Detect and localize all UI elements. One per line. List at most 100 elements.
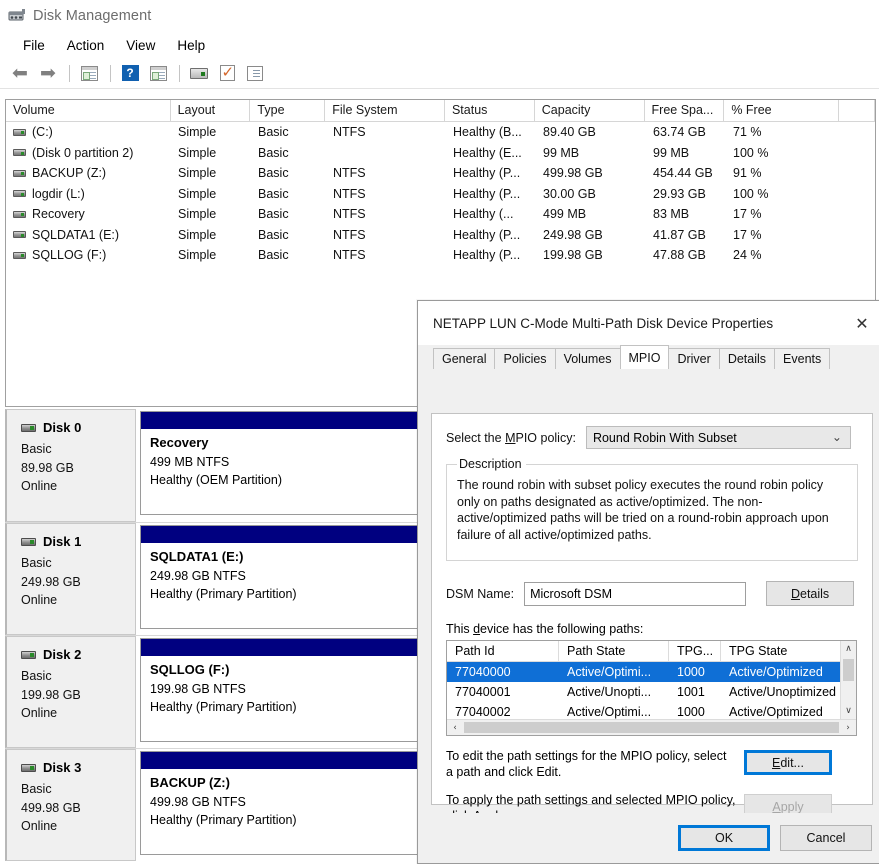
help-icon[interactable]: ? — [117, 61, 143, 85]
disk-properties-dialog: NETAPP LUN C-Mode Multi-Path Disk Device… — [417, 300, 879, 864]
cancel-button-label: Cancel — [806, 831, 846, 845]
cell-free: 454.44 GB — [653, 166, 713, 181]
cell-fs: NTFS — [333, 227, 366, 242]
cell-capacity: 30.00 GB — [543, 186, 596, 201]
scroll-left-icon[interactable]: ‹ — [447, 723, 463, 733]
column-header-file-system[interactable]: File System — [325, 100, 445, 121]
cell-fs: NTFS — [333, 207, 366, 222]
paths-column-tpg-state[interactable]: TPG State — [721, 641, 841, 661]
back-arrow-icon[interactable]: ⬅ — [7, 61, 33, 85]
tab-volumes[interactable]: Volumes — [554, 348, 621, 369]
table-row[interactable]: (Disk 0 partition 2) Simple Basic Healthy (… — [6, 143, 875, 164]
forward-arrow-icon[interactable]: ➡ — [35, 61, 61, 85]
tab-details[interactable]: Details — [718, 348, 776, 369]
column-header-status[interactable]: Status — [445, 100, 535, 121]
toolbar-separator-3 — [179, 64, 180, 82]
cell-free: 99 MB — [653, 145, 690, 160]
cell-layout: Simple — [178, 248, 217, 263]
show-hide-console-tree-icon[interactable] — [76, 61, 102, 85]
paths-column-path-state[interactable]: Path State — [559, 641, 669, 661]
disk-info-panel[interactable]: Disk 0 Basic 89.98 GB Online — [5, 409, 136, 522]
path-cell-id: 77040000 — [455, 665, 511, 679]
table-row[interactable]: SQLDATA1 (E:) Simple Basic NTFS Healthy (P..… — [6, 225, 875, 246]
scroll-up-icon[interactable]: ∧ — [841, 641, 856, 657]
tab-policies[interactable]: Policies — [494, 348, 556, 369]
cell-layout: Simple — [178, 227, 217, 242]
dsm-name-field[interactable]: Microsoft DSM — [524, 581, 747, 606]
menu-file[interactable]: File — [12, 36, 56, 55]
cell-layout: Simple — [178, 186, 217, 201]
edit-button[interactable]: Edit... — [744, 750, 832, 775]
disk-info-panel[interactable]: Disk 2 Basic 199.98 GB Online — [5, 636, 136, 748]
column-header-percent-free[interactable]: % Free — [724, 100, 840, 121]
path-cell-state: Active/Optimi... — [567, 665, 652, 679]
table-row[interactable]: BACKUP (Z:) Simple Basic NTFS Healthy (P... 4… — [6, 163, 875, 184]
path-row[interactable]: 77040000 Active/Optimi... 1000 Active/Optim… — [447, 662, 856, 682]
cell-free: 29.93 GB — [653, 186, 706, 201]
tab-general[interactable]: General — [433, 348, 496, 369]
ok-button[interactable]: OK — [678, 825, 770, 851]
cell-volume: Recovery — [6, 207, 171, 221]
close-icon[interactable]: ✕ — [847, 310, 877, 336]
scroll-down-icon[interactable]: ∨ — [841, 703, 856, 719]
column-header-spacer[interactable] — [839, 100, 875, 121]
horizontal-scroll-thumb[interactable] — [464, 722, 839, 733]
scroll-right-icon[interactable]: › — [840, 723, 856, 733]
show-hide-action-pane-icon[interactable] — [145, 61, 171, 85]
cell-fs: NTFS — [333, 248, 366, 263]
path-cell-tpg-state: Active/Unoptimized — [729, 685, 836, 699]
table-row[interactable]: Recovery Simple Basic NTFS Healthy (... 499 M… — [6, 204, 875, 225]
cell-pct: 91 % — [733, 166, 762, 181]
disk-state-text: Online — [21, 593, 58, 607]
cell-type: Basic — [258, 248, 289, 263]
path-cell-id: 77040001 — [455, 685, 511, 699]
volume-name-text: Recovery — [32, 207, 85, 222]
path-row[interactable]: 77040001 Active/Unopti... 1001 Active/Unopt… — [447, 682, 856, 702]
disk-state-text: Online — [21, 819, 58, 833]
menu-view[interactable]: View — [115, 36, 166, 55]
rescan-disks-icon[interactable] — [186, 61, 212, 85]
list-view-icon[interactable] — [242, 61, 268, 85]
tab-driver[interactable]: Driver — [668, 348, 720, 369]
cancel-button[interactable]: Cancel — [780, 825, 872, 851]
column-header-free-space[interactable]: Free Spa... — [645, 100, 725, 121]
column-header-volume[interactable]: Volume — [6, 100, 171, 121]
tab-events[interactable]: Events — [774, 348, 831, 369]
volume-name-text: logdir (L:) — [32, 186, 85, 201]
cell-pct: 24 % — [733, 248, 762, 263]
mpio-policy-select[interactable]: Round Robin With Subset ⌄ — [585, 426, 851, 449]
table-row[interactable]: SQLLOG (F:) Simple Basic NTFS Healthy (P... 1… — [6, 245, 875, 266]
column-header-capacity[interactable]: Capacity — [535, 100, 645, 121]
vertical-scroll-thumb[interactable] — [843, 659, 854, 681]
properties-icon[interactable] — [214, 61, 240, 85]
disk-size-text: 499.98 GB — [21, 800, 81, 815]
toolbar: ⬅ ➡ ? — [0, 58, 879, 89]
edit-button-label: Edit... — [772, 755, 804, 770]
cell-free: 41.87 GB — [653, 227, 706, 242]
dsm-details-button[interactable]: Details — [766, 581, 855, 606]
volume-name-text: (Disk 0 partition 2) — [32, 145, 134, 160]
cell-type: Basic — [258, 125, 289, 140]
table-row[interactable]: logdir (L:) Simple Basic NTFS Healthy (P... 3… — [6, 184, 875, 205]
menu-action[interactable]: Action — [56, 36, 116, 55]
window-title: Disk Management — [33, 8, 152, 24]
table-row[interactable]: (C:) Simple Basic NTFS Healthy (B... 89.40 GB… — [6, 122, 875, 143]
column-header-type[interactable]: Type — [250, 100, 326, 121]
paths-column-path-id[interactable]: Path Id — [447, 641, 559, 661]
cell-layout: Simple — [178, 166, 217, 181]
paths-vertical-scrollbar[interactable]: ∧ ∨ — [840, 641, 856, 719]
disk-info-panel[interactable]: Disk 3 Basic 499.98 GB Online — [5, 749, 136, 861]
tab-mpio[interactable]: MPIO — [619, 345, 670, 369]
paths-column-tpg[interactable]: TPG... — [669, 641, 721, 661]
disk-info-panel[interactable]: Disk 1 Basic 249.98 GB Online — [5, 523, 136, 635]
menu-help[interactable]: Help — [166, 36, 216, 55]
column-header-layout[interactable]: Layout — [171, 100, 251, 121]
cell-free: 63.74 GB — [653, 125, 706, 140]
cell-fs: NTFS — [333, 166, 366, 181]
paths-horizontal-scrollbar[interactable]: ‹ › — [447, 719, 856, 735]
disk-title: Disk 1 — [21, 534, 135, 549]
paths-list[interactable]: Path Id Path State TPG... TPG State 7704… — [446, 640, 857, 736]
disk-name-text: Disk 3 — [43, 760, 82, 775]
cell-pct: 17 % — [733, 207, 762, 222]
disk-type-text: Basic — [21, 442, 52, 456]
